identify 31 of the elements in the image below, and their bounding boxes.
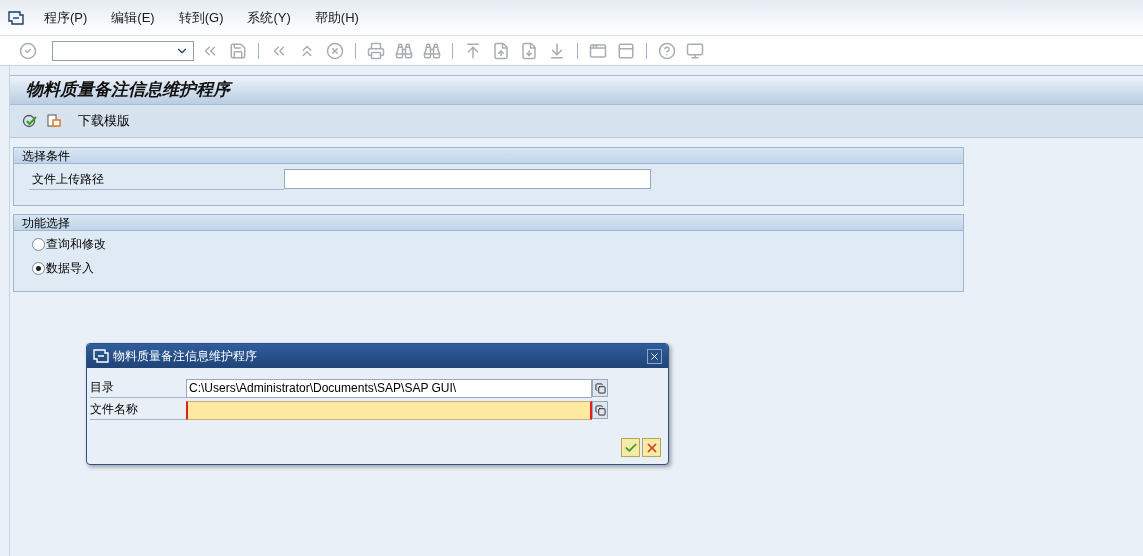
download-template-button[interactable]: 下载模版 [78, 111, 130, 131]
section-title: 功能选择 [14, 215, 963, 231]
window-icon [93, 349, 109, 363]
menu-item[interactable]: 帮助(H) [306, 7, 367, 28]
close-icon [649, 350, 660, 362]
menu-item[interactable]: 编辑(E) [103, 7, 163, 28]
variant-icon[interactable] [46, 113, 62, 129]
menu-item[interactable]: 系统(Y) [239, 7, 299, 28]
radio-button[interactable] [32, 237, 45, 251]
close-button[interactable] [647, 348, 662, 364]
value-help-button[interactable] [592, 401, 608, 419]
radio-label: 查询和修改 [46, 236, 106, 253]
system-menu-icon[interactable] [8, 10, 24, 25]
cancel-button[interactable] [642, 438, 661, 457]
radio-button[interactable] [32, 261, 45, 275]
value-help-button[interactable] [592, 379, 608, 397]
execute-icon[interactable] [22, 113, 38, 129]
dialog-input-field[interactable]: C:\Users\Administrator\Documents\SAP\SAP GUI\ [186, 378, 592, 398]
copy-icon [594, 382, 606, 394]
window-icon [8, 10, 24, 25]
menu-item[interactable]: 转到(G) [170, 7, 232, 28]
upload-path-field[interactable] [284, 169, 651, 189]
section-title: 选择条件 [14, 148, 963, 164]
dialog-title: 物料质量备注信息维护程序 [113, 348, 257, 365]
confirm-button[interactable] [621, 438, 640, 457]
dialog-input-field[interactable] [186, 400, 592, 420]
menu-item[interactable]: 程序(P) [36, 7, 96, 28]
copy-icon [594, 404, 606, 416]
radio-label: 数据导入 [46, 260, 94, 277]
command-field[interactable] [52, 40, 194, 61]
field-label: 文件上传路径 [29, 168, 284, 190]
